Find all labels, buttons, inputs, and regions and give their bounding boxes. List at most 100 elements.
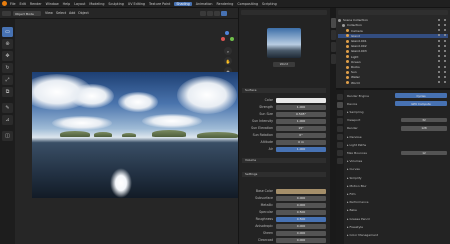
wireframe-shading-icon[interactable] [200, 11, 206, 16]
outliner-row[interactable]: Collection [338, 23, 448, 28]
properties-row[interactable]: ▸ Light Paths [347, 142, 447, 147]
properties-row[interactable]: ▸ Bake [347, 208, 447, 213]
workspace-tab-layout[interactable]: Layout [74, 2, 85, 6]
sun-rotation-field[interactable]: 0° [276, 132, 326, 138]
outliner-row[interactable]: Ocean [338, 60, 448, 65]
tab-tool[interactable] [330, 30, 336, 40]
rendered-shading-icon[interactable] [221, 11, 227, 16]
rotate-icon[interactable]: ↻ [2, 63, 13, 73]
visibility-toggle-icon[interactable] [438, 60, 446, 63]
properties-row[interactable]: ▸ Film [347, 191, 447, 196]
axis-y-icon[interactable] [230, 37, 234, 41]
visibility-toggle-icon[interactable] [438, 70, 446, 74]
visibility-toggle-icon[interactable] [438, 55, 446, 58]
axis-z-icon[interactable] [225, 31, 229, 35]
editor-type-icon[interactable] [2, 11, 11, 16]
tab-options[interactable] [330, 54, 336, 64]
world-preview-thumbnail[interactable] [267, 28, 301, 58]
properties-row[interactable]: Render 128 [347, 126, 447, 131]
view-layer-tab-icon[interactable] [337, 118, 343, 124]
annotate-icon[interactable]: ✎ [2, 103, 13, 113]
properties-row[interactable]: ▸ Curves [347, 167, 447, 172]
outliner-row[interactable]: Camera [338, 28, 448, 33]
visibility-toggle-icon[interactable] [438, 39, 446, 43]
material-tab-icon[interactable] [337, 158, 343, 164]
properties-row[interactable]: ▸ Motion Blur [347, 183, 447, 188]
visibility-toggle-icon[interactable] [438, 49, 446, 53]
transform-icon[interactable]: ⧉ [2, 87, 13, 97]
outliner-row[interactable]: Rocks [338, 65, 448, 70]
menu-view[interactable]: View [45, 11, 53, 15]
outliner-row[interactable]: Sun [338, 70, 448, 75]
properties-row[interactable]: ▸ Freestyle [347, 224, 447, 229]
tab-view[interactable] [330, 42, 336, 52]
section-surface[interactable]: Surface [242, 88, 326, 93]
metallic-field[interactable]: 0.000 [276, 202, 326, 208]
workspace-tab-texture-paint[interactable]: Texture Paint [149, 2, 170, 6]
workspace-tab-shading[interactable]: Shading [174, 1, 192, 6]
cursor-icon[interactable]: ⊕ [2, 39, 13, 49]
clearcoat-field[interactable]: 0.000 [276, 237, 326, 243]
outliner-row[interactable]: Water [338, 75, 448, 80]
modifier-tab-icon[interactable] [337, 150, 343, 156]
visibility-toggle-icon[interactable] [438, 29, 446, 32]
color-swatch[interactable] [276, 97, 326, 103]
properties-value-field[interactable]: 12 [401, 150, 447, 156]
menu-object[interactable]: Object [78, 11, 89, 15]
outliner-row[interactable]: World [338, 80, 448, 85]
tool-tab-icon[interactable] [337, 94, 343, 100]
visibility-toggle-icon[interactable] [438, 34, 446, 37]
outliner-row[interactable]: Island [338, 33, 448, 39]
sheen-field[interactable]: 0.000 [276, 230, 326, 236]
outliner-row[interactable]: Island.002 [338, 44, 448, 49]
workspace-tab-rendering[interactable]: Rendering [217, 2, 234, 6]
sun-elevation-field[interactable]: 15° [276, 125, 326, 131]
select-box-icon[interactable]: ▭ [2, 27, 13, 37]
outliner-row[interactable]: Scene Collection [338, 18, 448, 23]
sun-size-field[interactable]: 0.545° [276, 111, 326, 117]
properties-row[interactable]: Max Bounces 12 [347, 150, 447, 156]
mode-dropdown[interactable]: Object Mode [13, 11, 41, 16]
axis-x-icon[interactable] [221, 37, 225, 41]
render-tab-icon[interactable] [337, 102, 343, 108]
menu-render[interactable]: Render [30, 2, 42, 6]
workspace-tab-uv-editing[interactable]: UV Editing [128, 2, 145, 6]
solid-shading-icon[interactable] [207, 11, 213, 16]
visibility-toggle-icon[interactable] [438, 44, 446, 48]
properties-value-field[interactable]: GPU Compute [395, 101, 447, 107]
outliner-row[interactable]: Island.001 [338, 39, 448, 44]
properties-row[interactable]: ▸ Volumes [347, 159, 447, 164]
scene-tab-icon[interactable] [337, 126, 343, 132]
world-tab-icon[interactable] [337, 134, 343, 140]
roughness-field[interactable]: 0.500 [276, 216, 326, 222]
visibility-toggle-icon[interactable] [438, 75, 446, 79]
properties-value-field[interactable]: Cycles [395, 93, 447, 98]
properties-value-field[interactable]: 32 [401, 117, 447, 123]
panel-header[interactable] [241, 10, 327, 15]
pan-icon[interactable]: ✋ [224, 57, 232, 65]
material-shading-icon[interactable] [214, 11, 220, 16]
menu-select[interactable]: Select [56, 11, 66, 15]
anisotropic-field[interactable]: 0.000 [276, 223, 326, 229]
outliner-row[interactable]: Island.003 [338, 49, 448, 54]
properties-row[interactable]: Viewport 32 [347, 117, 447, 123]
workspace-tab-scripting[interactable]: Scripting [262, 2, 277, 6]
outliner-search-input[interactable] [338, 10, 448, 15]
menu-add[interactable]: Add [69, 11, 75, 15]
blender-logo-icon[interactable] [2, 1, 7, 6]
visibility-toggle-icon[interactable] [438, 18, 446, 22]
visibility-toggle-icon[interactable] [438, 81, 446, 84]
scale-icon[interactable]: ⤢ [2, 75, 13, 85]
strength-field[interactable]: 1.000 [276, 104, 326, 110]
menu-window[interactable]: Window [46, 2, 59, 6]
properties-row[interactable]: ▸ Sampling [347, 109, 447, 114]
zoom-icon[interactable]: ⌕ [224, 47, 232, 55]
menu-help[interactable]: Help [63, 2, 71, 6]
properties-value-field[interactable]: 128 [401, 126, 447, 131]
properties-row[interactable]: ▸ Performance [347, 200, 447, 205]
tab-node[interactable] [330, 18, 336, 28]
menu-edit[interactable]: Edit [20, 2, 26, 6]
air-field[interactable]: 1.000 [276, 146, 326, 152]
specular-field[interactable]: 0.500 [276, 209, 326, 215]
properties-row[interactable]: ▸ Grease Pencil [347, 216, 447, 221]
